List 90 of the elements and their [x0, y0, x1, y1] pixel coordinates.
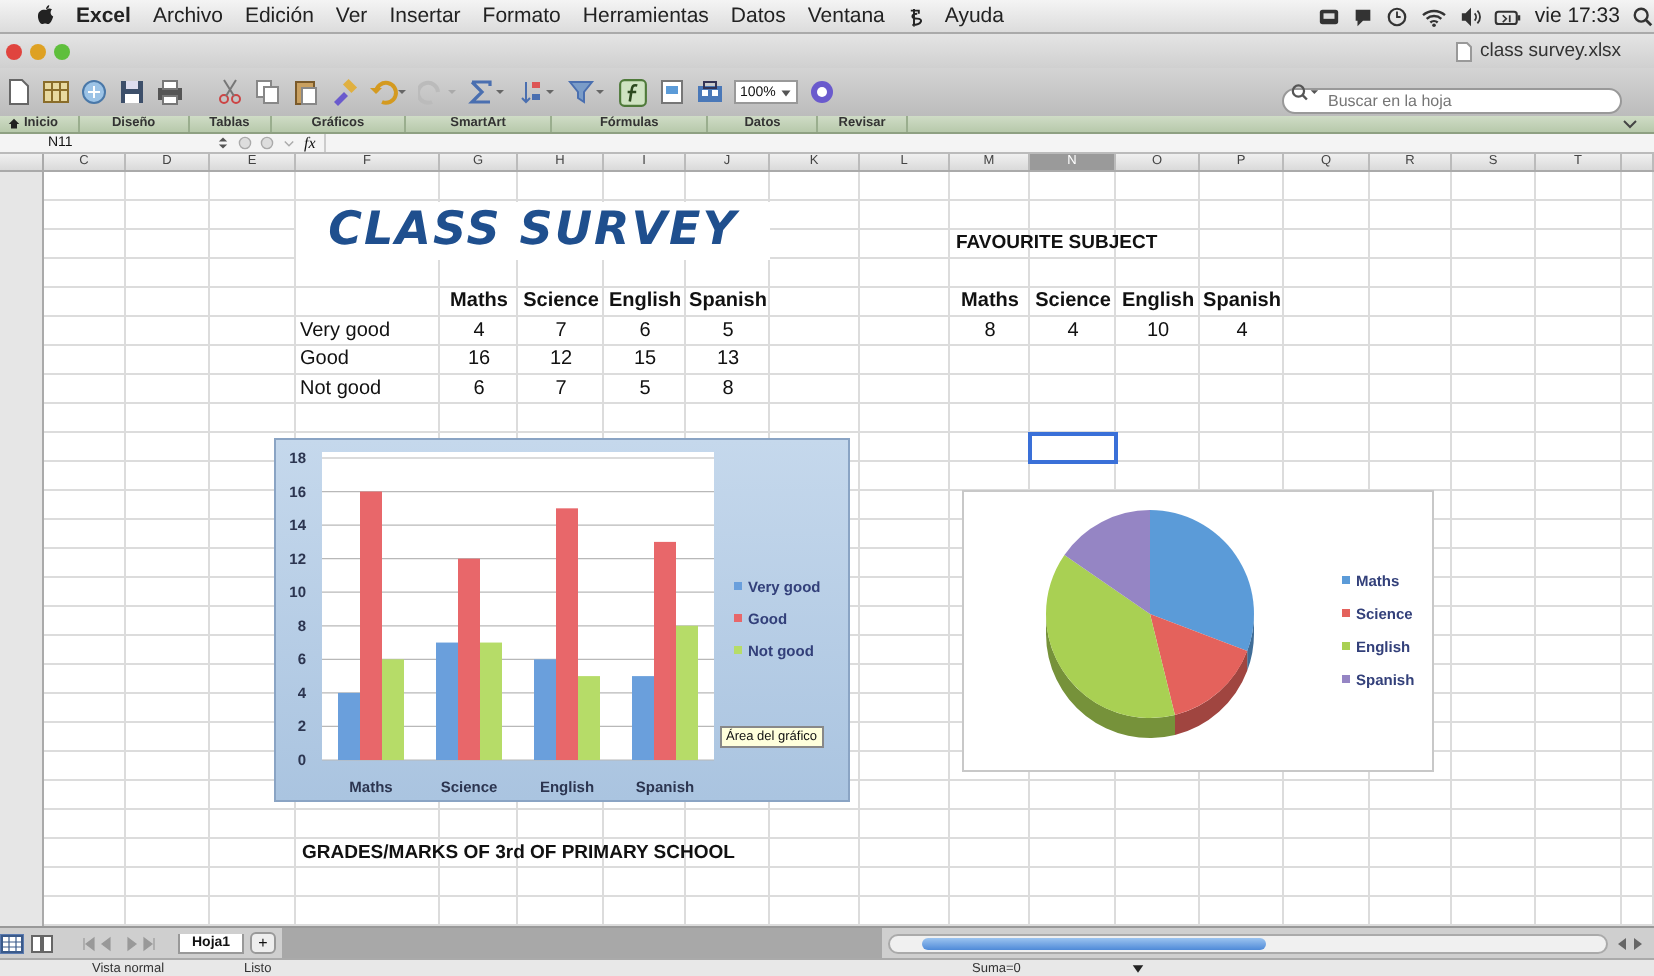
column-label: English	[606, 288, 684, 316]
function-button[interactable]: fx	[304, 134, 316, 152]
table-cell-text: 4	[1234, 317, 1250, 345]
home-icon	[8, 118, 20, 130]
table-cell-text: 6	[637, 317, 653, 345]
search-icon[interactable]	[1290, 82, 1320, 102]
function-icon[interactable]	[618, 77, 648, 107]
dropdown-icon[interactable]	[282, 136, 296, 150]
tray-icon[interactable]	[1352, 5, 1375, 27]
open-icon[interactable]	[80, 78, 108, 106]
close-button[interactable]	[6, 43, 22, 59]
window-title: class survey.xlsx	[1480, 40, 1622, 62]
horizontal-scrollbar[interactable]	[887, 933, 1608, 953]
row-label: Very good	[298, 317, 393, 345]
row-label: Good	[298, 346, 351, 374]
table-cell-text: 12	[547, 346, 575, 374]
pie-slice[interactable]	[1150, 614, 1248, 715]
table-cell-text: 8	[720, 375, 736, 403]
pie-slice[interactable]	[1064, 510, 1150, 614]
menu-item[interactable]: Insertar	[389, 4, 461, 28]
sheet-title: CLASS SURVEY	[296, 201, 770, 259]
section-title: FAVOURITE SUBJECT	[954, 230, 1160, 258]
column-label: Spanish	[1201, 288, 1283, 316]
caret-icon[interactable]	[1132, 964, 1144, 974]
filter-icon[interactable]	[568, 78, 608, 106]
zoom-button[interactable]	[54, 43, 70, 59]
pie-slice[interactable]	[1046, 554, 1175, 718]
menu-item[interactable]: Ayuda	[944, 4, 1004, 28]
apple-icon[interactable]	[36, 4, 56, 28]
table-cell-text: 7	[553, 375, 569, 403]
search-field[interactable]: Buscar en la hoja	[1282, 87, 1622, 113]
paste-icon[interactable]	[292, 78, 320, 106]
clock-icon[interactable]	[1386, 5, 1409, 27]
column-label: Spanish	[687, 288, 769, 316]
scroll-arrows-icon[interactable]	[1614, 935, 1646, 951]
script-icon[interactable]	[906, 5, 923, 27]
column-label: Science	[1033, 288, 1113, 316]
table-cell-text: 8	[982, 317, 998, 345]
sum-icon[interactable]	[468, 78, 508, 106]
gallery-icon[interactable]	[658, 78, 686, 106]
volume-icon[interactable]	[1460, 5, 1483, 27]
table-cell-text: 16	[465, 346, 493, 374]
copy-icon[interactable]	[254, 78, 282, 106]
clock[interactable]: vie 17:33	[1534, 4, 1620, 28]
print-icon[interactable]	[156, 78, 184, 106]
table-cell-text: 10	[1144, 317, 1172, 345]
help-icon[interactable]	[807, 78, 836, 106]
table-cell-text: 5	[637, 375, 653, 403]
selected-cell[interactable]	[1028, 431, 1118, 464]
table-cell-text: 15	[631, 346, 659, 374]
column-label: Maths	[959, 288, 1021, 316]
battery-icon[interactable]	[1494, 5, 1523, 27]
cancel-icon[interactable]	[238, 136, 252, 150]
document-icon	[1456, 41, 1472, 61]
menu-item[interactable]: Ventana	[807, 4, 885, 28]
add-sheet-button[interactable]: +	[250, 932, 276, 954]
row-label: Not good	[298, 375, 384, 403]
menu-item[interactable]: Formato	[482, 4, 561, 28]
search-icon[interactable]	[1632, 5, 1654, 27]
column-label: Science	[521, 288, 601, 316]
table-cell-text: 7	[553, 317, 569, 345]
menu-item[interactable]: Ver	[335, 4, 368, 28]
wifi-icon[interactable]	[1420, 5, 1449, 27]
save-icon[interactable]	[118, 78, 146, 106]
caption: GRADES/MARKS OF 3rd OF PRIMARY SCHOOL	[300, 839, 737, 867]
normal-view-icon[interactable]	[0, 933, 24, 953]
table-cell-text: 6	[471, 375, 487, 403]
table-cell-text: 4	[1065, 317, 1081, 345]
toolbox-icon[interactable]	[696, 78, 724, 106]
menu-item[interactable]: Archivo	[152, 4, 223, 28]
menu-item[interactable]: Edición	[244, 4, 314, 28]
column-label: English	[1119, 288, 1197, 316]
brush-icon[interactable]	[330, 78, 358, 106]
cut-icon[interactable]	[216, 78, 244, 106]
menu-item[interactable]: Herramientas	[582, 4, 709, 28]
column-label: Maths	[448, 288, 510, 316]
table-cell-text: 13	[714, 346, 742, 374]
new-document-icon[interactable]	[4, 78, 32, 106]
gallery-icon[interactable]	[42, 78, 70, 106]
pie-slice[interactable]	[1150, 510, 1254, 651]
tray-icon[interactable]	[1318, 5, 1341, 27]
confirm-icon[interactable]	[260, 136, 274, 150]
menu-item[interactable]: Excel	[76, 4, 131, 28]
sheet-navigation-icon[interactable]	[80, 935, 160, 951]
menu-item[interactable]: Datos	[730, 4, 786, 28]
page-layout-icon[interactable]	[30, 933, 54, 953]
table-cell-text: 4	[471, 317, 487, 345]
collapse-icon[interactable]	[1622, 118, 1638, 130]
table-cell-text: 5	[720, 317, 736, 345]
sort-icon[interactable]	[518, 78, 558, 106]
